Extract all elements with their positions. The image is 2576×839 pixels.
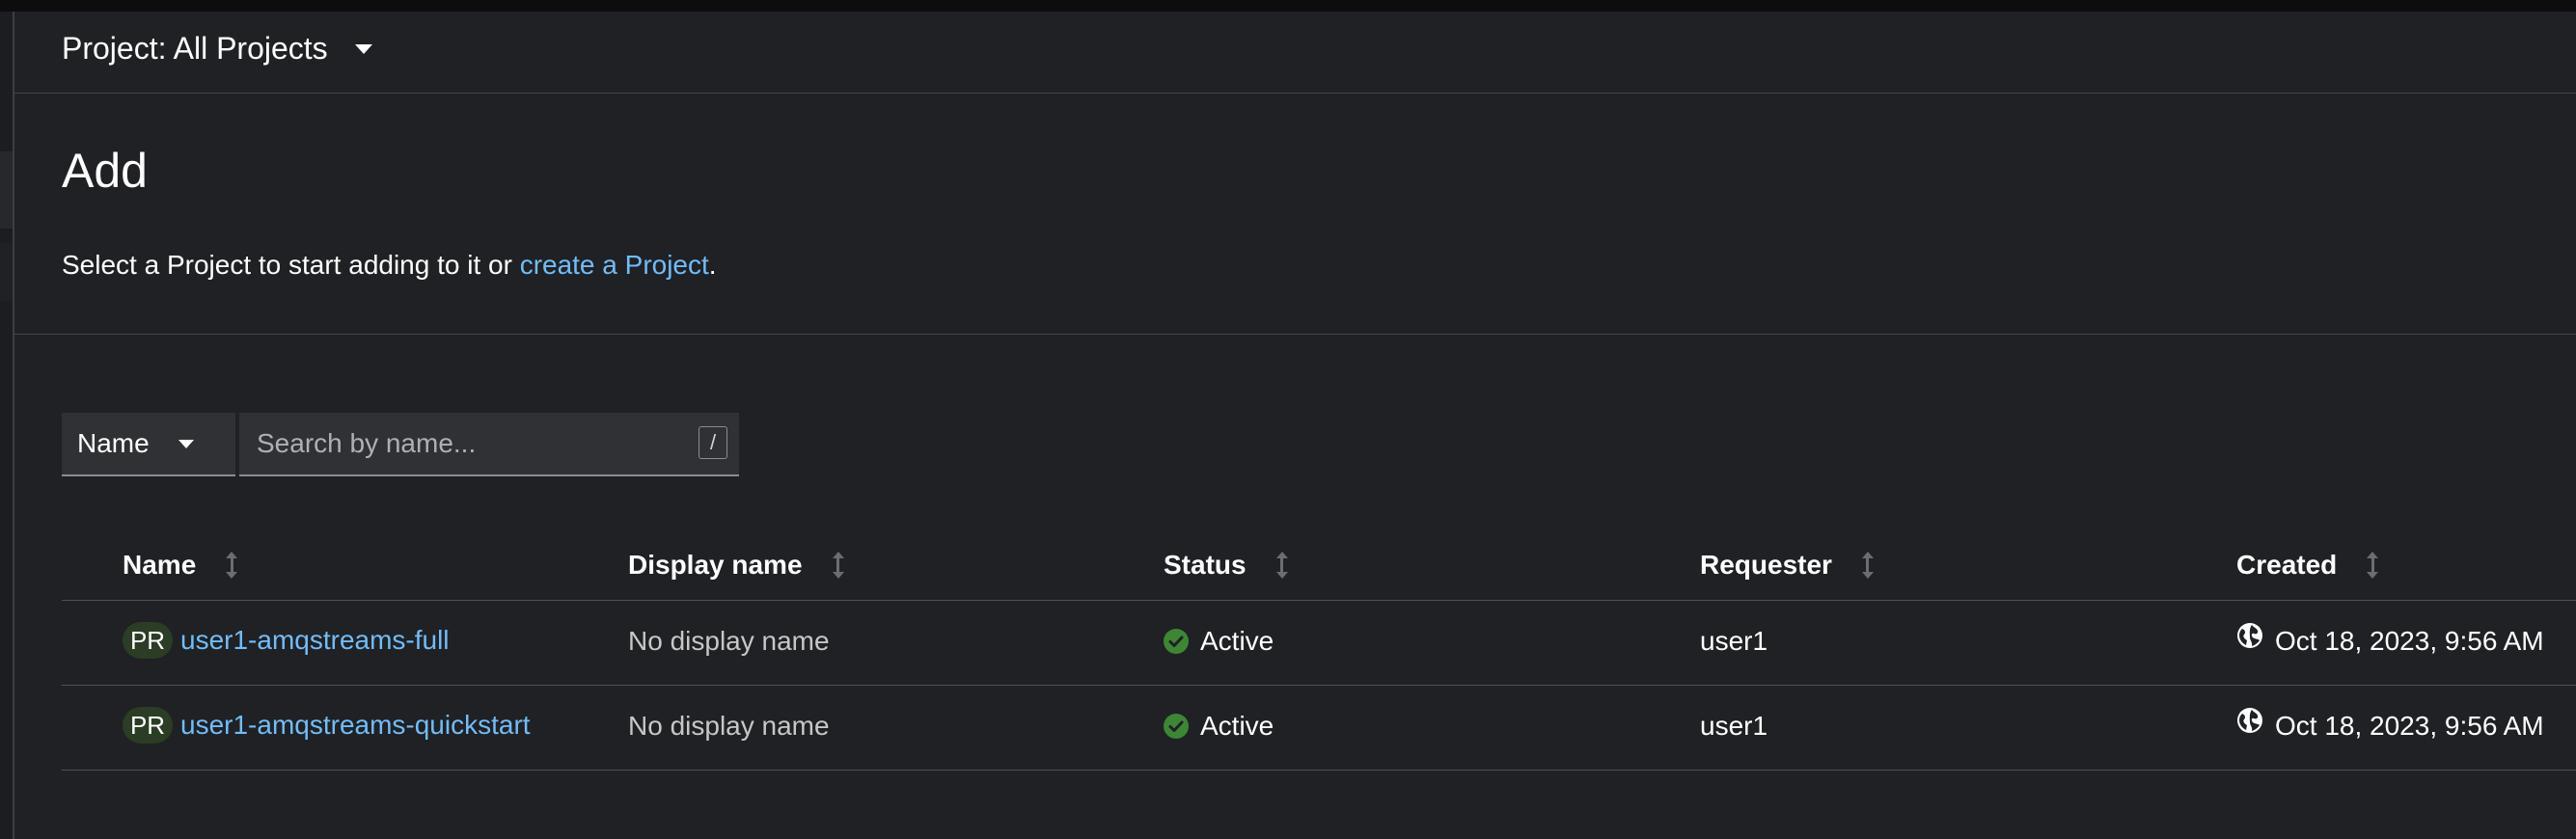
main-content: Project: All Projects Add Select a Proje…	[14, 12, 2576, 839]
project-selector-label: Project: All Projects	[62, 31, 328, 66]
column-header-name[interactable]: Name	[123, 550, 238, 581]
create-project-link[interactable]: create a Project	[520, 250, 709, 280]
page-title: Add	[62, 144, 148, 198]
status-label: Active	[1200, 711, 1274, 741]
project-badge: PR	[123, 622, 173, 659]
globe-icon	[2237, 623, 2262, 648]
project-bar: Project: All Projects	[14, 12, 2576, 94]
column-header-label: Created	[2236, 550, 2338, 580]
column-header-label: Requester	[1700, 550, 1832, 580]
keyboard-shortcut-hint: /	[699, 426, 727, 459]
header-divider	[14, 334, 2576, 335]
caret-down-icon	[178, 439, 194, 448]
cell-status: Active	[1164, 626, 1274, 657]
check-circle-icon	[1164, 629, 1189, 654]
cell-created: Oct 18, 2023, 9:56 AM	[2236, 623, 2544, 657]
table-row: PR user1-amqstreams-full No display name…	[62, 601, 2576, 686]
cell-display-name: No display name	[628, 626, 830, 656]
cell-status: Active	[1164, 711, 1274, 742]
cell-requester: user1	[1700, 626, 1768, 656]
created-timestamp: Oct 18, 2023, 9:56 AM	[2275, 711, 2544, 741]
column-header-label: Name	[123, 550, 197, 580]
project-link[interactable]: user1-amqstreams-full	[180, 625, 450, 656]
intro-text: Select a Project to start adding to it o…	[62, 250, 717, 281]
sort-icon	[225, 552, 238, 579]
filter-toolbar: Name /	[62, 413, 739, 476]
column-header-status[interactable]: Status	[1164, 550, 1289, 581]
left-nav-edge	[0, 12, 14, 839]
cell-requester: user1	[1700, 711, 1768, 741]
column-header-label: Status	[1164, 550, 1247, 580]
filter-type-dropdown[interactable]: Name	[62, 413, 235, 476]
table-row: PR user1-amqstreams-quickstart No displa…	[62, 686, 2576, 771]
projects-table: Name Display name Status Requester Creat…	[62, 530, 2576, 771]
sort-icon	[1275, 552, 1289, 579]
created-timestamp: Oct 18, 2023, 9:56 AM	[2275, 626, 2544, 656]
column-header-display-name[interactable]: Display name	[628, 550, 845, 581]
status-label: Active	[1200, 626, 1274, 656]
column-header-created[interactable]: Created	[2236, 550, 2379, 581]
search-box: /	[239, 413, 739, 476]
intro-prefix: Select a Project to start adding to it o…	[62, 250, 520, 280]
sort-icon	[1861, 552, 1875, 579]
project-badge: PR	[123, 707, 173, 744]
masthead-strip	[0, 0, 2576, 12]
column-header-label: Display name	[628, 550, 803, 580]
cell-display-name: No display name	[628, 711, 830, 741]
nav-item	[0, 243, 13, 301]
sort-icon	[2366, 552, 2379, 579]
check-circle-icon	[1164, 714, 1189, 739]
search-input[interactable]	[239, 413, 683, 474]
nav-item-active-indicator	[0, 151, 13, 229]
caret-down-icon	[354, 43, 372, 54]
sort-icon	[832, 552, 845, 579]
cell-name: PR user1-amqstreams-full	[123, 622, 450, 659]
intro-suffix: .	[708, 250, 717, 280]
globe-icon	[2237, 708, 2262, 733]
cell-name: PR user1-amqstreams-quickstart	[123, 707, 531, 744]
project-link[interactable]: user1-amqstreams-quickstart	[180, 710, 531, 741]
filter-type-label: Name	[77, 428, 150, 458]
column-header-requester[interactable]: Requester	[1700, 550, 1875, 581]
table-header: Name Display name Status Requester Creat…	[62, 530, 2576, 601]
cell-created: Oct 18, 2023, 9:56 AM	[2236, 708, 2544, 742]
project-selector-dropdown[interactable]: Project: All Projects	[62, 31, 372, 67]
